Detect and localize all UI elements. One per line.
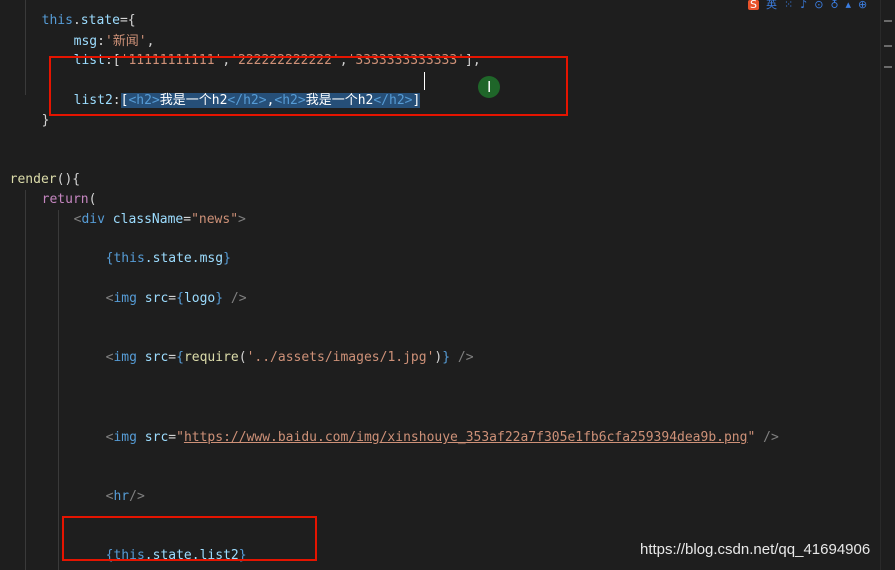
code-line-msg[interactable]: msg:'新闻',: [58, 12, 155, 49]
scrollbar-marker: [884, 20, 892, 22]
more-icon[interactable]: ⊕: [858, 0, 867, 10]
tray-icons: S 英 ⁙ ♪ ⊙ ♁ ▴ ⊕: [748, 0, 867, 10]
sogou-icon[interactable]: S: [748, 0, 759, 10]
code-line-state-close[interactable]: }: [26, 91, 50, 128]
watermark: https://blog.csdn.net/qq_41694906: [640, 541, 871, 558]
code-line-render[interactable]: render(){: [0, 150, 80, 187]
image-url-link[interactable]: https://www.baidu.com/img/xinshouye_353a…: [184, 430, 748, 445]
code-line-list[interactable]: list:['11111111111','222222222222','3333…: [58, 31, 481, 68]
code-line-img-require[interactable]: <img src={require('../assets/images/1.jp…: [90, 328, 474, 365]
code-line-img-logo[interactable]: <img src={logo} />: [90, 269, 247, 306]
code-line-hr[interactable]: <hr/>: [90, 467, 145, 504]
highlight-box-list2-usage: [62, 516, 317, 561]
indent-guide: [25, 190, 26, 570]
code-line-msg-expr[interactable]: {this.state.msg}: [90, 229, 231, 266]
code-line-state-open[interactable]: this.state={: [26, 0, 136, 28]
settings-icon[interactable]: ⊙: [814, 0, 823, 10]
code-line-img-url[interactable]: <img src="https://www.baidu.com/img/xins…: [90, 408, 779, 445]
toolbox-icon[interactable]: ▴: [846, 0, 852, 10]
lang-icon[interactable]: 英: [766, 0, 777, 10]
punct-icon[interactable]: ⁙: [784, 0, 793, 10]
ibeam-cursor-icon: I: [487, 78, 492, 96]
code-line-return[interactable]: return(: [26, 170, 97, 207]
skin-icon[interactable]: ♁: [830, 0, 838, 10]
scrollbar-marker: [884, 66, 892, 68]
mic-icon[interactable]: ♪: [800, 0, 807, 10]
code-line-div-open[interactable]: <div className="news">: [58, 190, 246, 227]
indent-guide: [58, 210, 59, 570]
vertical-scrollbar[interactable]: [880, 0, 895, 570]
scrollbar-marker: [884, 45, 892, 47]
